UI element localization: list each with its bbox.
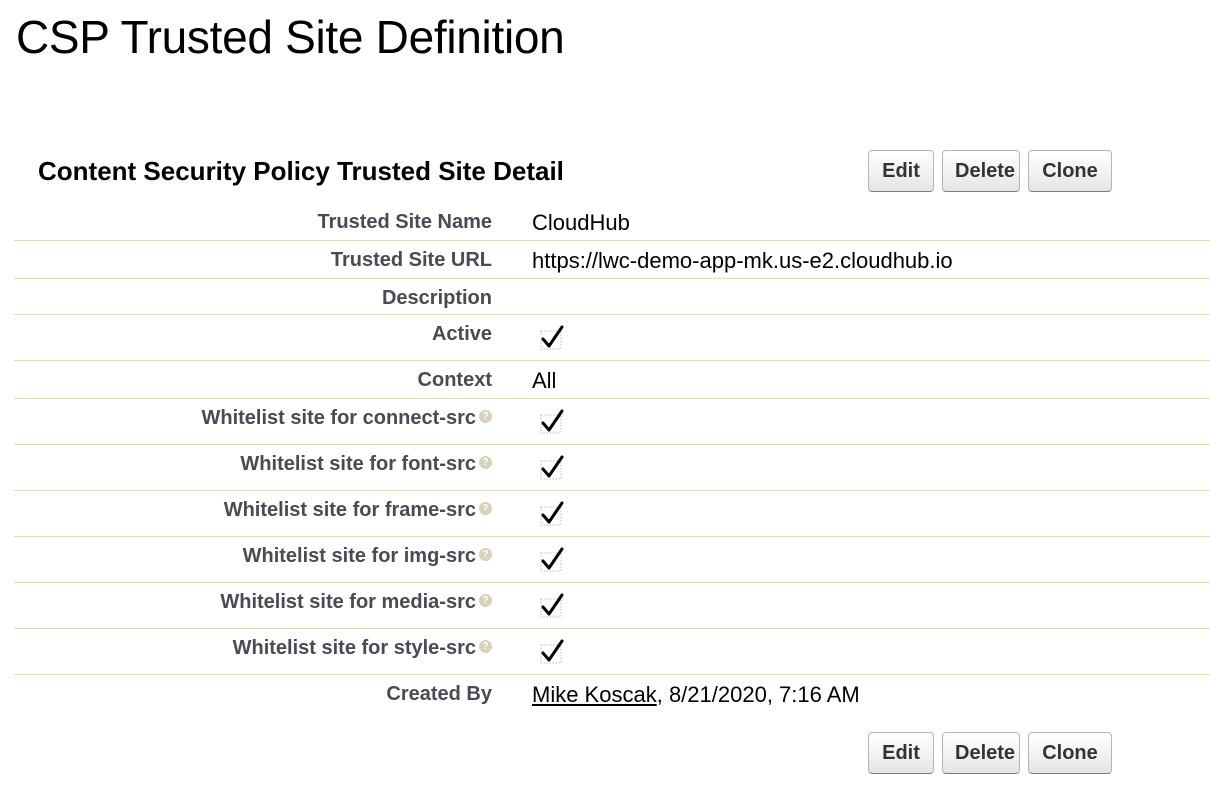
row-img-src: Whitelist site for img-src?	[14, 537, 1210, 583]
row-frame-src: Whitelist site for frame-src?	[14, 491, 1210, 537]
checkbox-checked-icon	[540, 455, 564, 480]
media-src-label: Whitelist site for media-src?	[220, 591, 492, 614]
row-created-by: Created By Mike Koscak, 8/21/2020, 7:16 …	[14, 675, 1210, 715]
detail-table: Trusted Site Name CloudHub Trusted Site …	[14, 203, 1210, 715]
context-value: All	[532, 368, 557, 393]
frame-src-label: Whitelist site for frame-src?	[224, 499, 492, 522]
style-src-label: Whitelist site for style-src?	[233, 637, 492, 660]
row-style-src: Whitelist site for style-src?	[14, 629, 1210, 675]
row-context: Context All	[14, 361, 1210, 399]
style-src-label-text: Whitelist site for style-src	[232, 637, 476, 659]
context-label: Context	[417, 369, 492, 391]
created-by-user-link[interactable]: Mike Koscak	[532, 682, 657, 707]
checkbox-checked-icon	[540, 501, 564, 526]
trusted-site-name-value: CloudHub	[532, 210, 630, 235]
img-src-label-text: Whitelist site for img-src	[242, 545, 476, 567]
trusted-site-name-label: Trusted Site Name	[317, 211, 492, 233]
media-src-label-text: Whitelist site for media-src	[220, 591, 476, 613]
top-button-bar: Edit Delete Clone	[868, 150, 1112, 192]
row-trusted-site-url: Trusted Site URL https://lwc-demo-app-mk…	[14, 241, 1210, 279]
help-icon[interactable]: ?	[479, 410, 492, 424]
checkbox-checked-icon	[540, 325, 564, 350]
page-title: CSP Trusted Site Definition	[16, 11, 565, 63]
checkbox-checked-icon	[540, 547, 564, 572]
row-trusted-site-name: Trusted Site Name CloudHub	[14, 203, 1210, 241]
row-description: Description	[14, 279, 1210, 315]
checkbox-checked-icon	[540, 593, 564, 618]
row-media-src: Whitelist site for media-src?	[14, 583, 1210, 629]
edit-button[interactable]: Edit	[868, 732, 934, 774]
created-by-timestamp: , 8/21/2020, 7:16 AM	[656, 682, 860, 707]
frame-src-label-text: Whitelist site for frame-src	[223, 499, 476, 521]
trusted-site-url-value: https://lwc-demo-app-mk.us-e2.cloudhub.i…	[532, 248, 953, 273]
connect-src-label-text: Whitelist site for connect-src	[201, 407, 477, 429]
clone-button[interactable]: Clone	[1028, 732, 1112, 774]
created-by-label: Created By	[386, 683, 492, 705]
created-by-value: Mike Koscak, 8/21/2020, 7:16 AM	[532, 682, 860, 708]
help-icon[interactable]: ?	[479, 502, 492, 516]
help-icon[interactable]: ?	[479, 548, 492, 562]
connect-src-label: Whitelist site for connect-src?	[201, 407, 492, 430]
row-connect-src: Whitelist site for connect-src?	[14, 399, 1210, 445]
active-label: Active	[431, 323, 492, 345]
help-icon[interactable]: ?	[479, 594, 492, 608]
img-src-label: Whitelist site for img-src?	[243, 545, 492, 568]
delete-button[interactable]: Delete	[942, 732, 1020, 774]
help-icon[interactable]: ?	[479, 640, 492, 654]
section-title: Content Security Policy Trusted Site Det…	[38, 156, 564, 186]
help-icon[interactable]: ?	[479, 456, 492, 470]
row-active: Active	[14, 315, 1210, 361]
checkbox-checked-icon	[540, 639, 564, 664]
checkbox-checked-icon	[540, 409, 564, 434]
font-src-label: Whitelist site for font-src?	[240, 453, 492, 476]
trusted-site-url-label: Trusted Site URL	[330, 249, 492, 271]
edit-button[interactable]: Edit	[868, 150, 934, 192]
delete-button[interactable]: Delete	[942, 150, 1020, 192]
description-label: Description	[381, 287, 492, 309]
font-src-label-text: Whitelist site for font-src	[240, 453, 476, 475]
bottom-button-bar: Edit Delete Clone	[868, 732, 1112, 774]
row-font-src: Whitelist site for font-src?	[14, 445, 1210, 491]
clone-button[interactable]: Clone	[1028, 150, 1112, 192]
